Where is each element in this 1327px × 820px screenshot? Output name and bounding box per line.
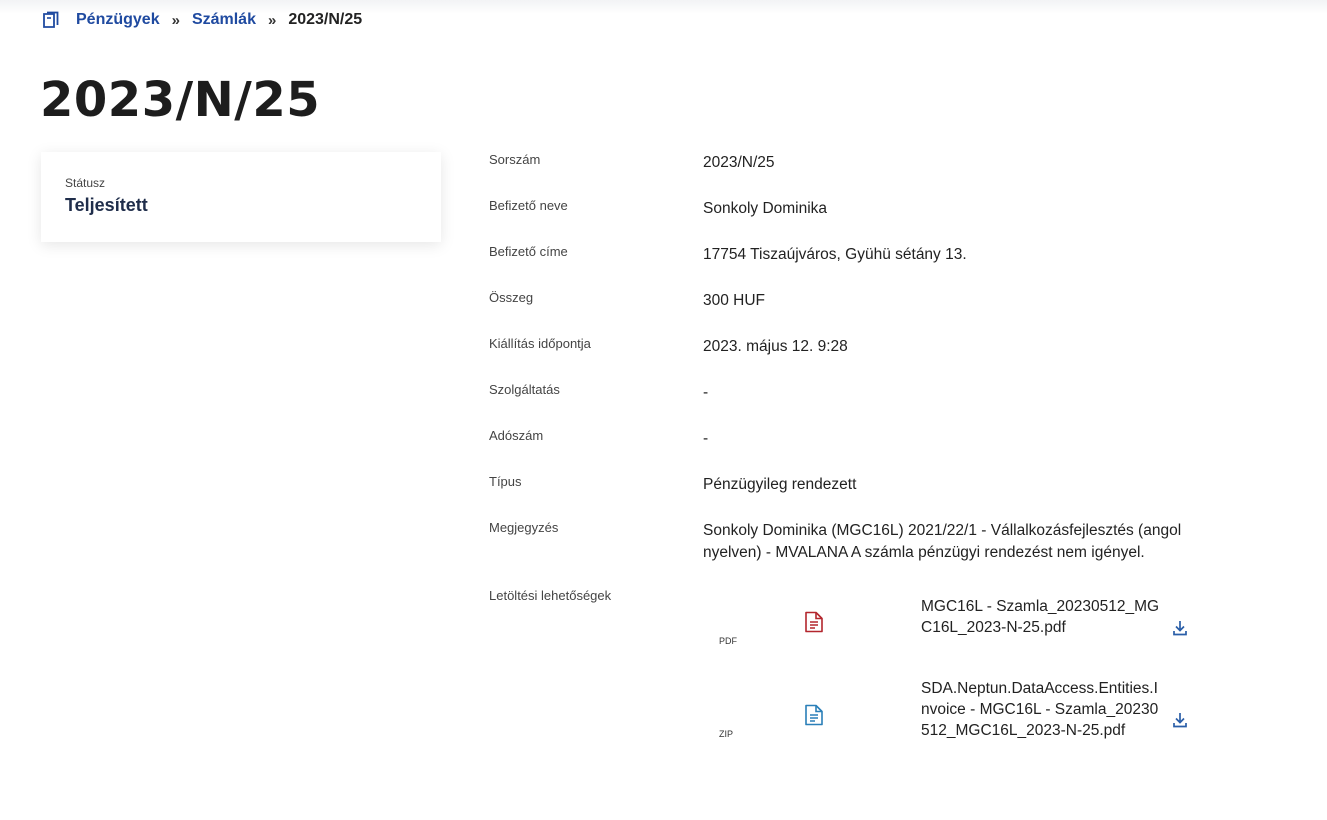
detail-value-osszeg: 300 HUF bbox=[703, 292, 766, 309]
breadcrumb: Pénzügyek » Számlák » 2023/N/25 bbox=[41, 9, 362, 31]
breadcrumb-current: 2023/N/25 bbox=[288, 11, 363, 28]
breadcrumb-link-szamlak[interactable]: Számlák bbox=[192, 11, 256, 29]
breadcrumb-separator: » bbox=[171, 11, 180, 29]
detail-label-adoszam: Adószám bbox=[489, 428, 544, 443]
detail-value-megjegyzes: Sonkoly Dominika (MGC16L) 2021/22/1 - Vá… bbox=[703, 522, 1182, 561]
file-type-label: PDF bbox=[719, 636, 737, 646]
detail-label-tipus: Típus bbox=[489, 474, 522, 489]
detail-label-osszeg: Összeg bbox=[489, 290, 534, 305]
detail-value-tipus: Pénzügyileg rendezett bbox=[703, 476, 857, 493]
detail-value-befizeto-cime: 17754 Tiszaújváros, Gyühü sétány 13. bbox=[703, 246, 967, 263]
pdf-file-icon bbox=[804, 611, 824, 633]
downloads-label: Letöltési lehetőségek bbox=[489, 588, 612, 603]
detail-label-befizeto-cime: Befizető címe bbox=[489, 244, 568, 259]
detail-value-adoszam: - bbox=[703, 430, 709, 447]
download-icon[interactable] bbox=[1171, 711, 1189, 729]
file-type-label: ZIP bbox=[719, 729, 734, 739]
breadcrumb-separator: » bbox=[267, 11, 277, 29]
detail-label-szolgaltatas: Szolgáltatás bbox=[489, 382, 560, 397]
download-icon[interactable] bbox=[1171, 619, 1189, 637]
status-card: Státusz Teljesített bbox=[41, 152, 441, 242]
file-name: MGC16L - Szamla_20230512_MGC16L_2023-N-2… bbox=[921, 598, 1160, 636]
page-title: 2023/N/25 bbox=[40, 72, 321, 128]
zip-file-icon bbox=[804, 704, 824, 726]
breadcrumb-link-penzugyek[interactable]: Pénzügyek bbox=[76, 11, 160, 29]
book-icon bbox=[41, 9, 63, 31]
detail-label-megjegyzes: Megjegyzés bbox=[489, 520, 559, 535]
detail-label-kiallitas: Kiállítás időpontja bbox=[489, 336, 591, 351]
detail-label-befizeto-neve: Befizető neve bbox=[489, 198, 568, 213]
status-label: Státusz bbox=[65, 176, 106, 190]
status-value: Teljesített bbox=[65, 195, 148, 215]
detail-value-befizeto-neve: Sonkoly Dominika bbox=[703, 200, 828, 217]
detail-value-sorszam: 2023/N/25 bbox=[703, 154, 775, 171]
file-name: SDA.Neptun.DataAccess.Entities.Invoice -… bbox=[921, 680, 1159, 739]
detail-value-szolgaltatas: - bbox=[703, 384, 709, 401]
detail-value-kiallitas: 2023. május 12. 9:28 bbox=[703, 338, 848, 355]
detail-label-sorszam: Sorszám bbox=[489, 152, 541, 167]
